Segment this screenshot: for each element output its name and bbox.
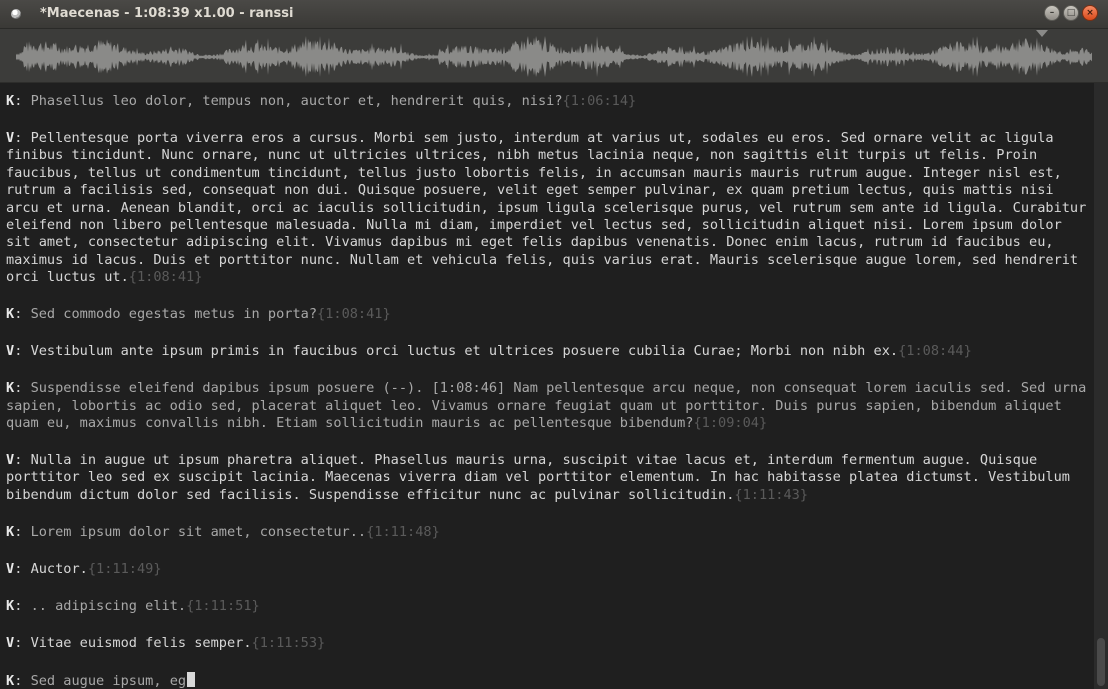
utterance-text[interactable]: Pellentesque porta viverra eros a cursus… (6, 130, 1086, 285)
timestamp[interactable]: {1:11:49} (88, 561, 162, 577)
app-icon (11, 9, 21, 19)
transcript-entry[interactable]: V: Vitae euismod felis semper.{1:11:53} (6, 635, 1090, 652)
transcript-entry[interactable]: K: Lorem ipsum dolor sit amet, consectet… (6, 524, 1090, 541)
close-icon[interactable]: × (1082, 5, 1098, 21)
speaker-label: V (6, 634, 15, 651)
speaker-label: V (6, 343, 15, 360)
transcript-entry[interactable]: V: Auctor.{1:11:49} (6, 561, 1090, 578)
vertical-scrollbar[interactable] (1094, 83, 1108, 689)
minimize-icon[interactable]: – (1044, 5, 1060, 21)
speaker-label: K (6, 672, 15, 689)
utterance-text[interactable]: Phasellus leo dolor, tempus non, auctor … (31, 93, 563, 109)
waveform-panel[interactable] (0, 29, 1108, 83)
window-title: *Maecenas - 1:08:39 x1.00 - ranssi (40, 6, 294, 21)
utterance-text[interactable]: Auctor. (31, 561, 88, 577)
speaker-separator: : (14, 523, 31, 540)
utterance-text[interactable]: .. adipiscing elit. (31, 598, 187, 614)
speaker-separator: : (14, 672, 31, 689)
speaker-label: K (6, 523, 15, 540)
editor-window: *Maecenas - 1:08:39 x1.00 - ranssi – □ ×… (0, 0, 1108, 689)
utterance-text[interactable]: Suspendisse eleifend dapibus ipsum posue… (6, 380, 1086, 431)
speaker-separator: : (14, 597, 31, 614)
speaker-label: V (6, 560, 15, 577)
speaker-label: V (6, 452, 15, 469)
transcript-entry[interactable]: K: .. adipiscing elit.{1:11:51} (6, 598, 1090, 615)
transcript-entry[interactable]: K: Suspendisse eleifend dapibus ipsum po… (6, 380, 1090, 432)
utterance-text[interactable]: Sed commodo egestas metus in porta? (31, 306, 317, 322)
transcript-entry[interactable]: V: Vestibulum ante ipsum primis in fauci… (6, 343, 1090, 360)
speaker-separator: : (14, 634, 31, 651)
speaker-label: K (6, 597, 15, 614)
speaker-label: K (6, 380, 15, 397)
window-controls: – □ × (1044, 5, 1098, 21)
text-cursor (187, 671, 196, 687)
transcript-entry[interactable]: V: Nulla in augue ut ipsum pharetra aliq… (6, 452, 1090, 504)
speaker-separator: : (14, 343, 31, 360)
utterance-text[interactable]: Nulla in augue ut ipsum pharetra aliquet… (6, 452, 1070, 503)
speaker-label: K (6, 93, 15, 109)
timestamp[interactable]: {1:08:44} (898, 343, 972, 359)
speaker-label: V (6, 130, 15, 146)
timestamp[interactable]: {1:11:48} (366, 524, 440, 540)
speaker-separator: : (14, 560, 31, 577)
speaker-separator: : (14, 380, 31, 397)
speaker-separator: : (14, 306, 31, 323)
transcript-entry[interactable]: K: Phasellus leo dolor, tempus non, auct… (6, 93, 1090, 110)
speaker-separator: : (14, 130, 31, 146)
transcript-editor[interactable]: K: Phasellus leo dolor, tempus non, auct… (0, 83, 1094, 689)
timestamp[interactable]: {1:08:41} (129, 269, 203, 285)
speaker-separator: : (14, 93, 31, 109)
timestamp[interactable]: {1:11:53} (252, 635, 326, 651)
transcript-entry[interactable]: V: Pellentesque porta viverra eros a cur… (6, 130, 1090, 287)
transcript-text[interactable]: K: Phasellus leo dolor, tempus non, auct… (6, 93, 1090, 689)
transcript-entry[interactable]: K: Sed augue ipsum, eg (6, 671, 1090, 689)
scrollbar-thumb[interactable] (1097, 638, 1105, 686)
timestamp[interactable]: {1:11:43} (734, 487, 808, 503)
utterance-text[interactable]: Vitae euismod felis semper. (31, 635, 252, 651)
timestamp[interactable]: {1:06:14} (563, 93, 637, 109)
transcript-entry[interactable]: K: Sed commodo egestas metus in porta?{1… (6, 306, 1090, 323)
speaker-separator: : (14, 452, 31, 469)
timestamp[interactable]: {1:09:04} (693, 415, 767, 431)
timestamp[interactable]: {1:08:41} (317, 306, 391, 322)
timestamp[interactable]: {1:11:51} (186, 598, 260, 614)
utterance-text[interactable]: Lorem ipsum dolor sit amet, consectetur.… (31, 524, 367, 540)
maximize-icon[interactable]: □ (1063, 5, 1079, 21)
audio-waveform[interactable] (16, 35, 1092, 79)
utterance-text[interactable]: Sed augue ipsum, eg (31, 673, 187, 689)
title-bar[interactable]: *Maecenas - 1:08:39 x1.00 - ranssi – □ × (0, 0, 1108, 29)
utterance-text[interactable]: Vestibulum ante ipsum primis in faucibus… (31, 343, 899, 359)
speaker-label: K (6, 306, 15, 323)
